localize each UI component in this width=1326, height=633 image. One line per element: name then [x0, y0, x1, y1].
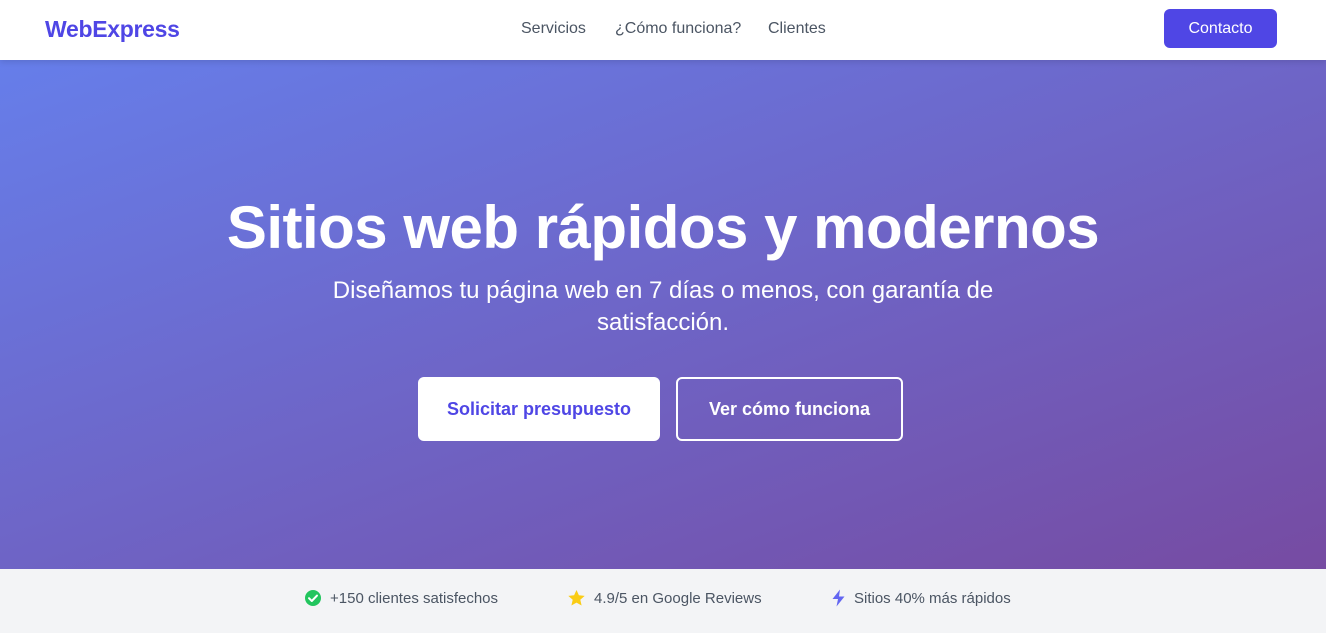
trust-text-reviews: 4.9/5 en Google Reviews	[594, 589, 762, 607]
hero-subtitle: Diseñamos tu página web en 7 días o meno…	[332, 277, 994, 336]
contact-button[interactable]: Contacto	[1164, 9, 1277, 48]
trust-item-clients: +150 clientes satisfechos	[304, 588, 498, 608]
hero-section: Sitios web rápidos y modernos Diseñamos …	[0, 60, 1326, 569]
nav-link-clientes[interactable]: Clientes	[768, 20, 826, 38]
nav-link-como-funciona[interactable]: ¿Cómo funciona?	[615, 20, 741, 38]
trust-text-speed: Sitios 40% más rápidos	[854, 589, 1011, 607]
trust-text-clients: +150 clientes satisfechos	[330, 589, 499, 607]
nav-links: Servicios ¿Cómo funciona? Clientes	[0, 20, 1326, 42]
hero-title: Sitios web rápidos y modernos	[226, 194, 1100, 261]
see-how-it-works-button[interactable]: Ver cómo funciona	[676, 377, 903, 441]
request-quote-button[interactable]: Solicitar presupuesto	[418, 377, 660, 441]
star-icon	[567, 589, 586, 607]
bolt-icon	[831, 589, 846, 607]
nav-link-servicios[interactable]: Servicios	[521, 20, 586, 38]
trust-item-speed: Sitios 40% más rápidos	[831, 588, 1011, 608]
trust-item-reviews: 4.9/5 en Google Reviews	[567, 588, 762, 608]
check-circle-icon	[304, 589, 322, 607]
trust-bar: +150 clientes satisfechos 4.9/5 en Googl…	[0, 569, 1326, 633]
navbar: WebExpress Servicios ¿Cómo funciona? Cli…	[0, 0, 1326, 60]
